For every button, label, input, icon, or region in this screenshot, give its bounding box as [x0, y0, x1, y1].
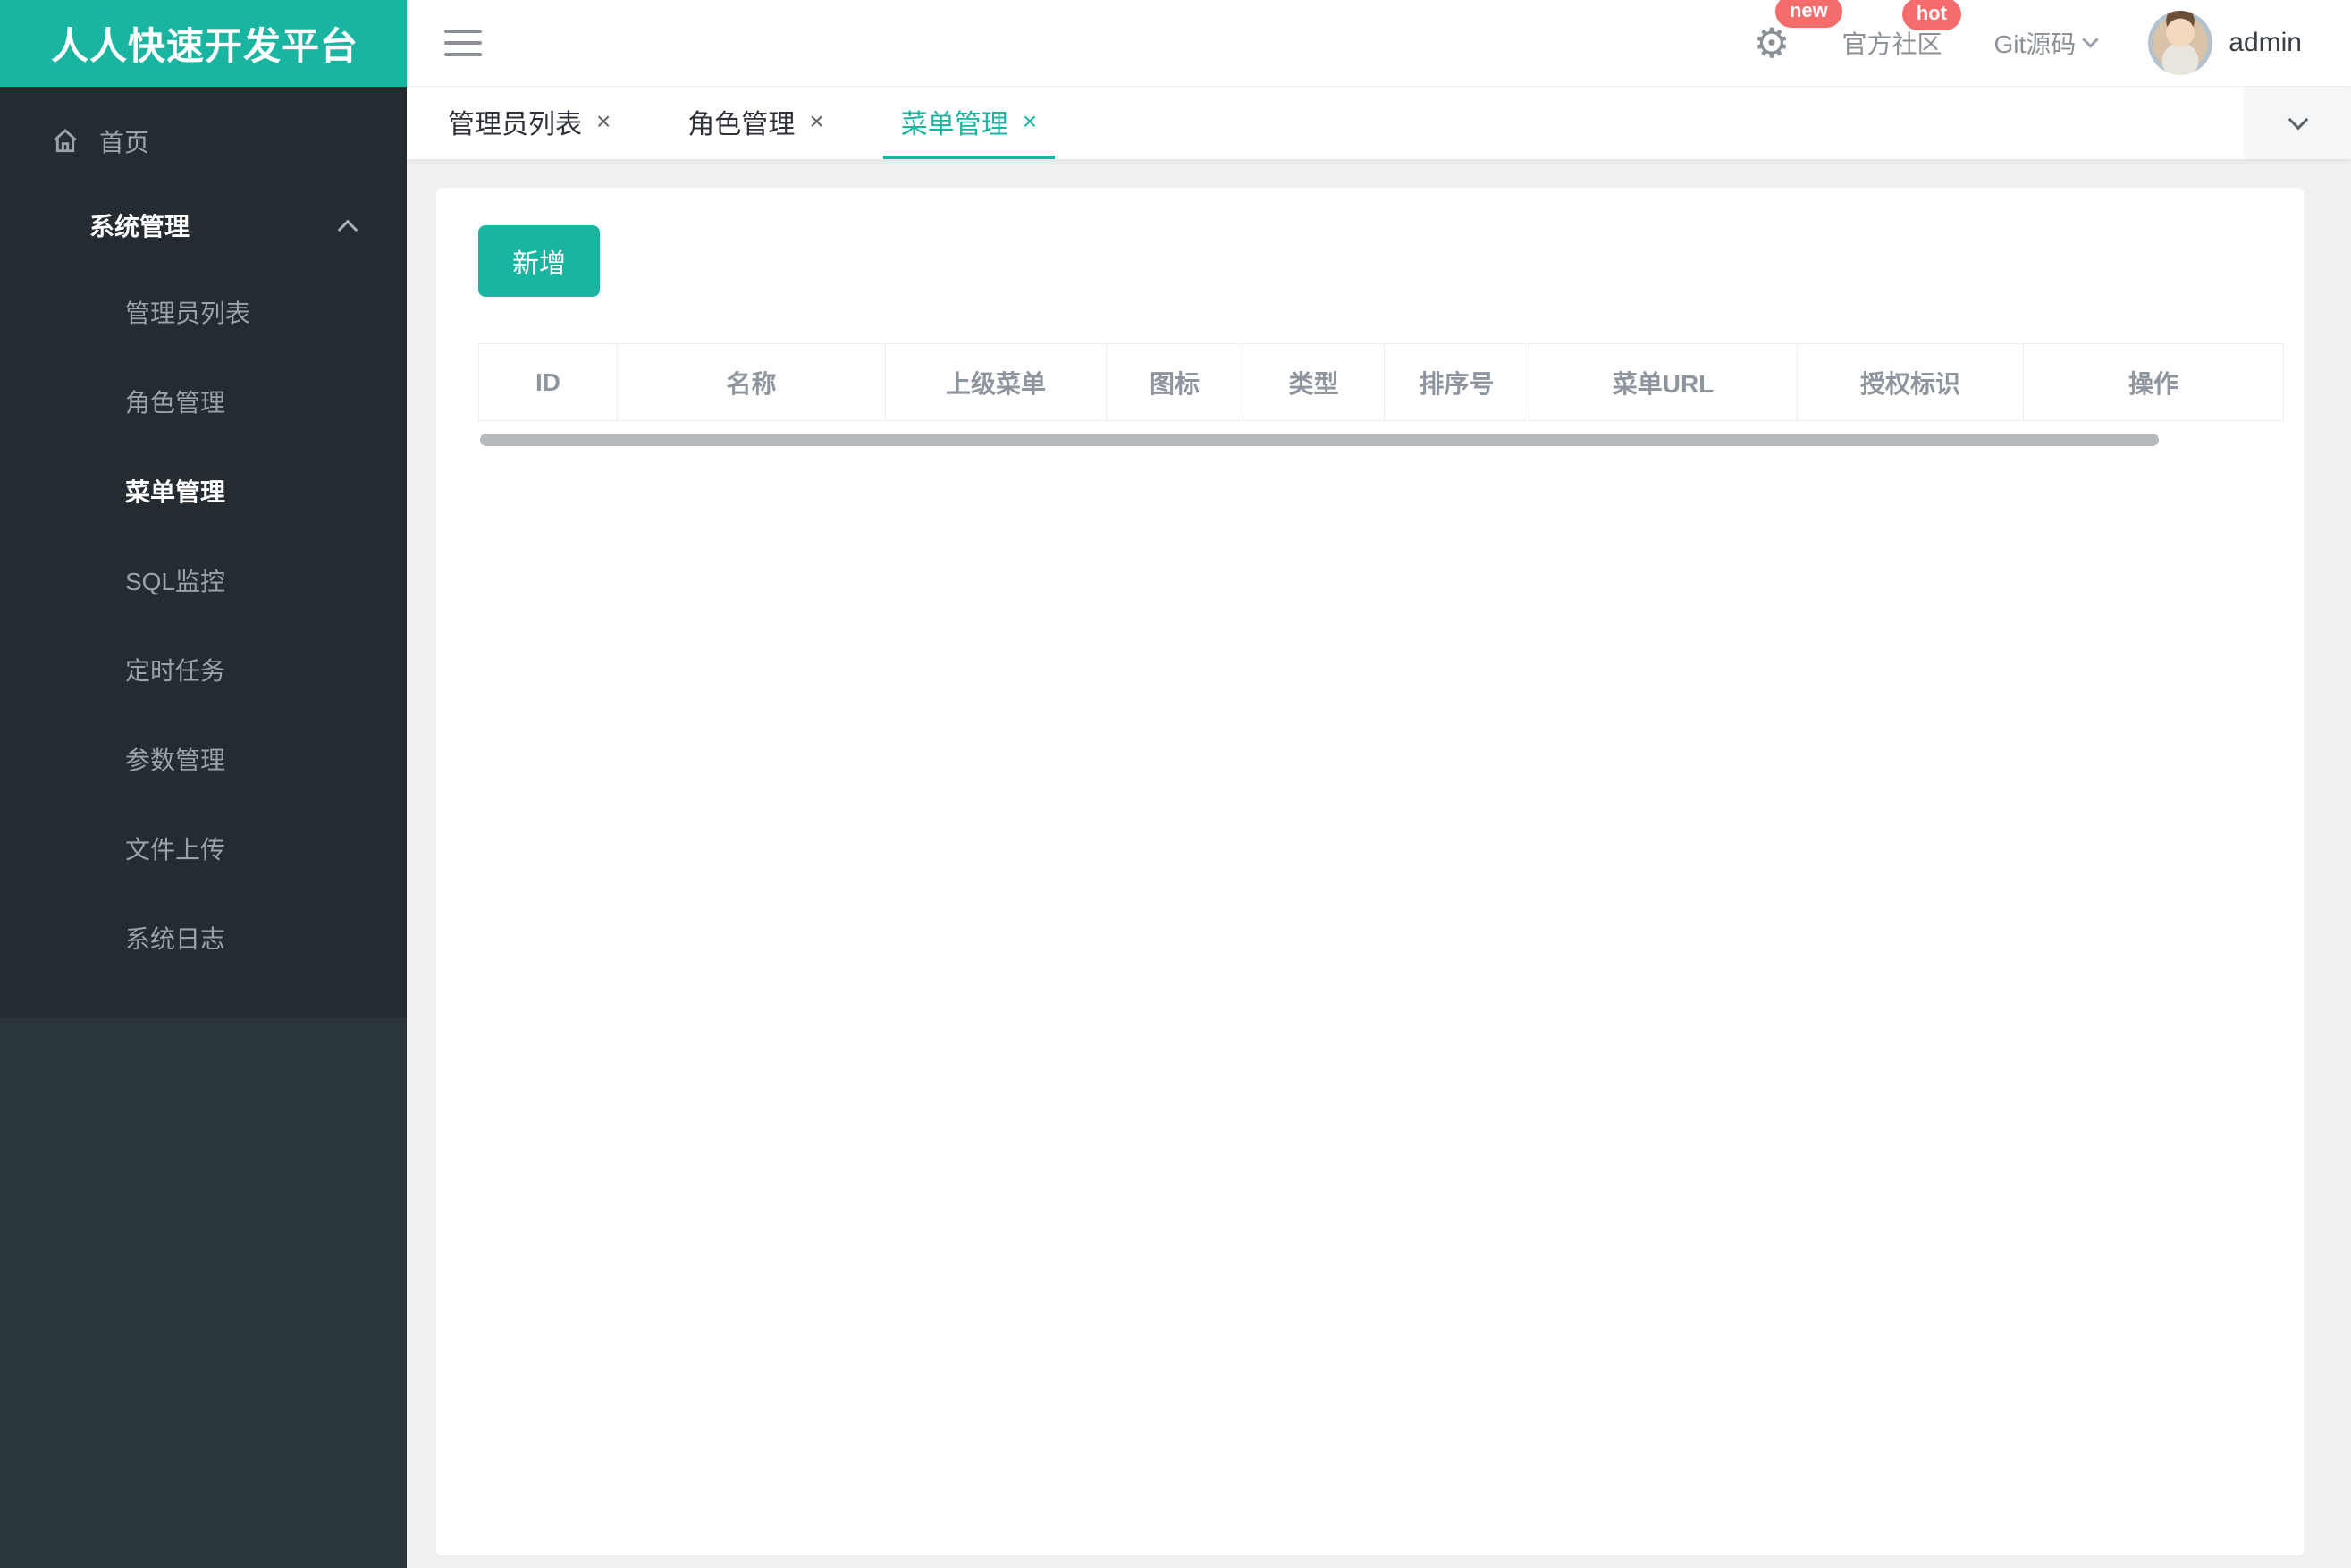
sidebar-item-0[interactable]: 管理员列表 — [0, 267, 407, 357]
git-source-label: Git源码 — [1993, 30, 2077, 58]
horizontal-scrollbar[interactable] — [478, 434, 2283, 446]
column-header: 操作 — [2023, 343, 2284, 421]
gear-icon: ⚙ — [1753, 20, 1791, 66]
column-header: 图标 — [1106, 343, 1243, 421]
community-label: 官方社区 — [1841, 30, 1942, 58]
sidebar-filler — [0, 1018, 407, 1568]
menu-table: ID 名称 上级菜单 图标 类型 排序号 菜单URL 授权标识 操作 — [478, 343, 2284, 446]
close-icon[interactable]: × — [809, 107, 823, 136]
hot-badge: hot — [1901, 0, 1961, 30]
tab-0[interactable]: 管理员列表 × — [430, 87, 628, 159]
table-header-row: ID 名称 上级菜单 图标 类型 排序号 菜单URL 授权标识 操作 — [478, 343, 2284, 421]
sidebar-menu: 首页 系统管理 管理员列表 角色管理 菜单管理 SQL监控 定时任务 参数管理 文件上传 系统… — [0, 87, 407, 1018]
hamburger-menu-icon[interactable] — [444, 21, 482, 64]
home-icon — [54, 129, 77, 153]
tab-1[interactable]: 角色管理 × — [670, 87, 841, 159]
open-tabs: 管理员列表 × 角色管理 × 菜单管理 × — [407, 87, 1096, 159]
sidebar-item-4[interactable]: 定时任务 — [0, 625, 407, 714]
chevron-up-icon — [337, 219, 358, 240]
username-label: admin — [2229, 28, 2302, 57]
add-button[interactable]: 新增 — [478, 225, 600, 297]
tab-label: 角色管理 — [687, 109, 796, 139]
sidebar-item-1[interactable]: 角色管理 — [0, 357, 407, 446]
column-header: ID — [478, 343, 618, 421]
tab-label: 管理员列表 — [448, 109, 582, 139]
new-badge: new — [1774, 0, 1842, 28]
sidebar-item-6[interactable]: 文件上传 — [0, 804, 407, 893]
community-link[interactable]: 官方社区 hot — [1841, 0, 1961, 61]
chevron-down-icon — [2082, 30, 2099, 48]
sidebar: 人人快速开发平台 首页 系统管理 管理员列表 角色管理 菜单管理 SQL监控 定时任务参… — [0, 0, 407, 1568]
topbar: ⚙ new 官方社区 hot Git源码 admin — [407, 0, 2351, 87]
close-icon[interactable]: × — [1023, 107, 1037, 136]
column-header: 排序号 — [1384, 343, 1529, 421]
sidebar-group-label: 系统管理 — [89, 213, 190, 240]
tabs-collapse-button[interactable] — [2246, 87, 2351, 159]
column-header: 菜单URL — [1529, 343, 1798, 421]
user-menu[interactable]: admin — [2148, 11, 2302, 75]
column-header: 类型 — [1243, 343, 1385, 421]
close-icon[interactable]: × — [596, 107, 611, 136]
sidebar-item-2[interactable]: 菜单管理 — [0, 446, 407, 535]
tabbar: 管理员列表 × 角色管理 × 菜单管理 × — [407, 87, 2351, 159]
content-panel: 新增 ID 名称 上级菜单 图标 类型 排序号 菜单URL 授权标识 操作 — [436, 188, 2304, 1555]
tab-2[interactable]: 菜单管理 × — [882, 87, 1056, 159]
git-source-dropdown[interactable]: Git源码 — [1993, 25, 2099, 61]
sidebar-item-3[interactable]: SQL监控 — [0, 535, 407, 625]
tab-label: 菜单管理 — [900, 109, 1008, 139]
main-content: 新增 ID 名称 上级菜单 图标 类型 排序号 菜单URL 授权标识 操作 — [407, 159, 2351, 1568]
settings-button[interactable]: ⚙ new — [1753, 0, 1842, 66]
sidebar-item-5[interactable]: 参数管理 — [0, 714, 407, 804]
column-header: 名称 — [617, 343, 886, 421]
scrollbar-thumb[interactable] — [480, 434, 2159, 446]
column-header: 上级菜单 — [885, 343, 1107, 421]
column-header: 授权标识 — [1797, 343, 2024, 421]
sidebar-item-home[interactable]: 首页 — [0, 99, 407, 183]
brand-logo: 人人快速开发平台 — [0, 0, 407, 87]
sidebar-item-7[interactable]: 系统日志 — [0, 893, 407, 982]
sidebar-home-label: 首页 — [99, 129, 150, 156]
chevron-down-icon — [2288, 109, 2309, 130]
avatar — [2148, 11, 2213, 75]
sidebar-group-system[interactable]: 系统管理 — [0, 183, 407, 267]
sidebar-submenu: 管理员列表 角色管理 菜单管理 SQL监控 定时任务 参数管理 文件上传 系统日志 — [0, 267, 407, 982]
